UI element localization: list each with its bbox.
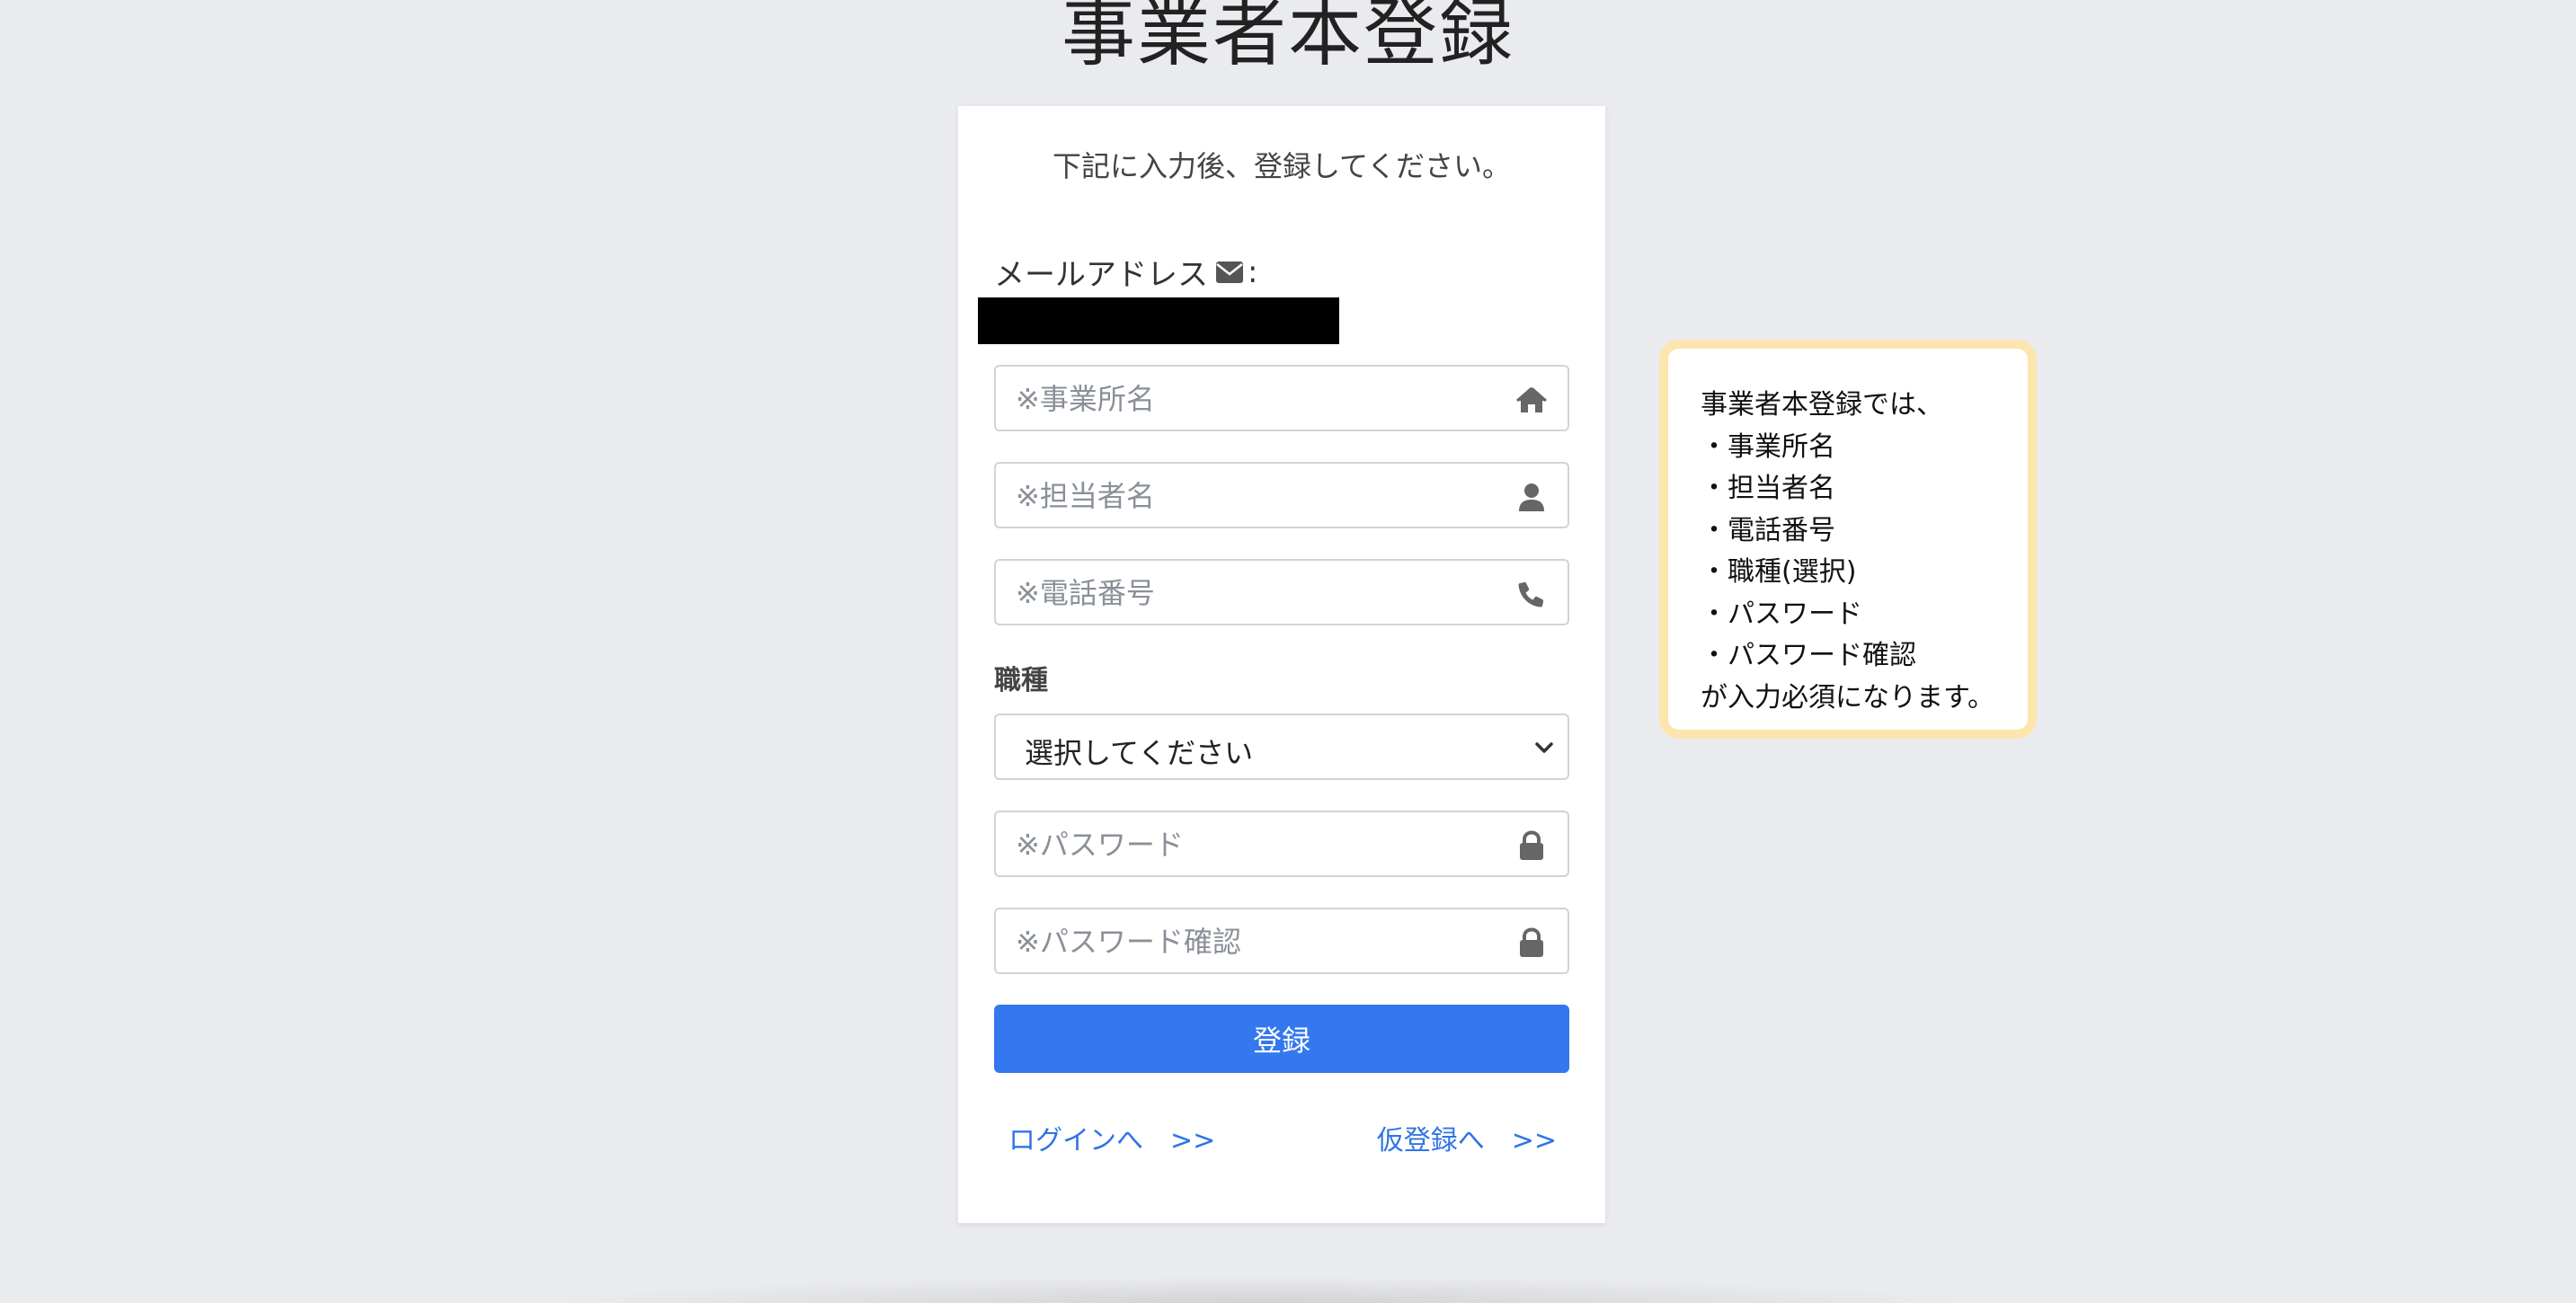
occupation-selected-value: 選択してください xyxy=(1025,736,1254,770)
registration-card: 下記に入力後、登録してください。 メールアドレス : ※事業所名 ※担当者名 ※… xyxy=(958,106,1605,1223)
pre-register-link[interactable]: 仮登録へ >> xyxy=(1377,1118,1557,1157)
required-fields-notice: 事業者本登録では、 ・事業所名 ・担当者名 ・電話番号 ・職種(選択) ・パスワ… xyxy=(1659,340,2037,739)
password-field[interactable] xyxy=(994,811,1569,877)
occupation-label: 職種 xyxy=(994,665,1048,696)
notice-line: ・事業所名 xyxy=(1701,430,1835,463)
page: 事業者本登録 下記に入力後、登録してください。 メールアドレス : ※事業所名 … xyxy=(0,0,2576,1303)
user-icon xyxy=(1519,483,1544,511)
email-label-text: メールアドレス xyxy=(994,257,1208,293)
email-label: メールアドレス : xyxy=(994,250,1257,294)
occupation-select[interactable]: 選択してください xyxy=(994,714,1569,780)
notice-line: ・電話番号 xyxy=(1701,514,1835,546)
notice-line: 事業者本登録では、 xyxy=(1701,389,1943,421)
notice-line: ・職種(選択) xyxy=(1701,556,1857,588)
chevron-down-icon xyxy=(1535,742,1553,753)
person-name-input[interactable] xyxy=(1014,464,1521,528)
email-label-colon: : xyxy=(1248,253,1258,290)
form-subtitle: 下記に入力後、登録してください。 xyxy=(1052,149,1512,183)
phone-input[interactable] xyxy=(1014,561,1521,625)
notice-line: ・パスワード確認 xyxy=(1701,640,1916,671)
login-link[interactable]: ログインへ >> xyxy=(1008,1118,1215,1157)
bottom-shadow xyxy=(539,1276,1977,1303)
phone-field[interactable] xyxy=(994,559,1569,625)
password-confirm-field[interactable] xyxy=(994,908,1569,974)
register-button[interactable]: 登録 xyxy=(994,1005,1569,1073)
home-icon xyxy=(1516,386,1547,412)
person-name-field[interactable] xyxy=(994,462,1569,528)
password-confirm-input[interactable] xyxy=(1014,909,1521,974)
lock-icon xyxy=(1520,927,1543,957)
email-value-redacted xyxy=(978,297,1339,344)
phone-icon xyxy=(1518,581,1544,607)
notice-line: ・パスワード xyxy=(1701,598,1862,630)
page-title: 事業者本登録 xyxy=(1061,0,1515,76)
business-name-field[interactable] xyxy=(994,365,1569,431)
notice-line: が入力必須になります。 xyxy=(1701,681,1994,714)
business-name-input[interactable] xyxy=(1014,367,1521,431)
lock-icon xyxy=(1520,830,1543,860)
password-input[interactable] xyxy=(1014,812,1521,877)
envelope-icon xyxy=(1216,261,1243,283)
notice-line: ・担当者名 xyxy=(1701,473,1835,504)
